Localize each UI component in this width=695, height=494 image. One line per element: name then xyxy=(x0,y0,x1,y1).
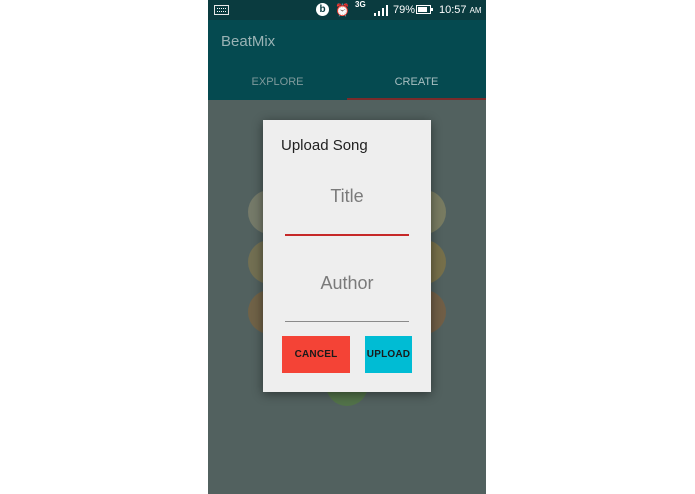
status-bar: b ⏰ 3G 79% 10:57 AM xyxy=(208,0,486,20)
alarm-icon: ⏰ xyxy=(335,3,350,17)
beats-icon: b xyxy=(316,3,329,16)
battery-percent: 79% xyxy=(393,4,416,16)
network-type: 3G xyxy=(355,0,366,9)
upload-button[interactable]: UPLOAD xyxy=(365,336,412,373)
signal-icon xyxy=(374,5,390,16)
cancel-button[interactable]: CANCEL xyxy=(282,336,350,373)
author-input-underline xyxy=(285,321,409,322)
app-title: BeatMix xyxy=(221,33,276,50)
clock-ampm: AM xyxy=(469,6,482,15)
keyboard-icon xyxy=(214,5,229,15)
dialog-title: Upload Song xyxy=(281,137,368,154)
tab-bar: EXPLORE CREATE xyxy=(208,64,486,100)
clock: 10:57 AM xyxy=(439,3,482,17)
upload-song-dialog: Upload Song Title Author CANCEL UPLOAD xyxy=(263,120,431,392)
tab-explore[interactable]: EXPLORE xyxy=(208,64,347,100)
app-bar: BeatMix xyxy=(208,20,486,64)
clock-time: 10:57 xyxy=(439,4,467,16)
tab-create[interactable]: CREATE xyxy=(347,64,486,100)
phone-screen: b ⏰ 3G 79% 10:57 AM BeatMix EXPLORE CREA… xyxy=(208,0,486,494)
title-input[interactable]: Title xyxy=(263,186,431,207)
title-input-underline xyxy=(285,234,409,236)
author-input[interactable]: Author xyxy=(263,273,431,294)
battery-icon xyxy=(416,5,433,14)
